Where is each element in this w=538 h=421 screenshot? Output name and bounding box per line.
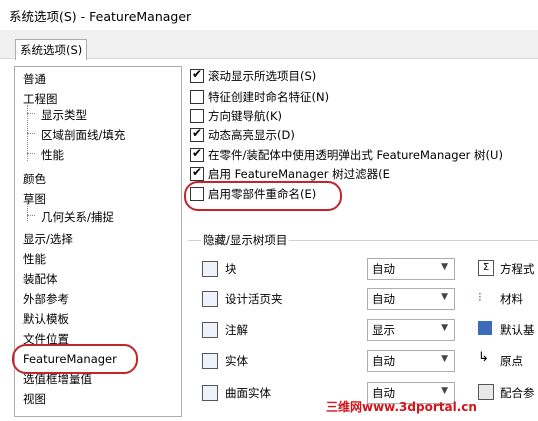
tab-strip: 系统选项(S) bbox=[0, 30, 538, 60]
solid-body-icon bbox=[202, 353, 218, 369]
checkmark-icon: ✔ bbox=[192, 146, 203, 160]
select-solid-bodies[interactable]: 自动 ▼ bbox=[367, 350, 455, 372]
annotation-icon bbox=[202, 322, 218, 338]
row-label: 实体 bbox=[225, 354, 248, 368]
block-icon bbox=[202, 261, 218, 277]
right-label: 默认基 bbox=[500, 323, 535, 337]
tree-item-view[interactable]: 视图 bbox=[23, 390, 46, 408]
tree-item-drawing-performance[interactable]: 性能 bbox=[41, 146, 64, 164]
select-design-binder[interactable]: 自动 ▼ bbox=[367, 288, 455, 310]
checkbox[interactable]: ✔ bbox=[190, 146, 204, 162]
chevron-down-icon: ▼ bbox=[441, 323, 448, 333]
material-icon: ⁝ bbox=[478, 290, 482, 304]
checkbox[interactable]: ✔ bbox=[190, 126, 204, 142]
tree-connector bbox=[27, 153, 35, 154]
tree-item-sketch[interactable]: 草图 bbox=[23, 190, 46, 208]
chevron-down-icon: ▼ bbox=[441, 386, 448, 396]
annotation-ellipse-option bbox=[184, 181, 342, 211]
tree-item-area-hatch[interactable]: 区域剖面线/填充 bbox=[41, 126, 125, 144]
checkmark-icon: ✔ bbox=[192, 126, 203, 140]
group-title: 隐藏/显示树项目 bbox=[201, 232, 290, 248]
tree-item-display-selection[interactable]: 显示/选择 bbox=[23, 230, 73, 248]
tree-item-default-templates[interactable]: 默认模板 bbox=[23, 310, 69, 328]
origin-icon: ↳ bbox=[478, 350, 489, 365]
title-bar: 系统选项(S) - FeatureManager bbox=[0, 0, 538, 30]
tree-item-display-style[interactable]: 显示类型 bbox=[41, 106, 87, 124]
chevron-down-icon: ▼ bbox=[441, 354, 448, 364]
checkbox[interactable]: ✔ bbox=[190, 165, 204, 181]
chevron-down-icon: ▼ bbox=[441, 262, 448, 272]
tree-item-general[interactable]: 普通 bbox=[23, 70, 46, 88]
tree-connector bbox=[27, 215, 35, 216]
chevron-down-icon: ▼ bbox=[441, 292, 448, 302]
tree-item-relations-snaps[interactable]: 几何关系/捕捉 bbox=[41, 208, 114, 226]
right-label: 材料 bbox=[500, 292, 523, 306]
tree-item-performance[interactable]: 性能 bbox=[23, 250, 46, 268]
tree-connector bbox=[27, 133, 35, 134]
annotation-ellipse-tree bbox=[12, 344, 138, 374]
row-label: 设计活页夹 bbox=[225, 292, 283, 306]
tree-item-colors[interactable]: 颜色 bbox=[23, 170, 46, 188]
tab-system-options[interactable]: 系统选项(S) bbox=[15, 39, 88, 60]
select-blocks[interactable]: 自动 ▼ bbox=[367, 258, 455, 280]
row-label: 块 bbox=[225, 262, 237, 276]
watermark: 三维网www.3dportal.cn bbox=[326, 400, 477, 414]
equation-icon: Σ bbox=[478, 260, 494, 276]
checkbox[interactable] bbox=[190, 109, 204, 123]
row-label: 曲面实体 bbox=[225, 386, 271, 400]
default-plane-icon bbox=[478, 321, 492, 335]
tree-item-external-references[interactable]: 外部参考 bbox=[23, 290, 69, 308]
checkmark-icon: ✔ bbox=[192, 165, 203, 179]
window-title: 系统选项(S) - FeatureManager bbox=[9, 9, 192, 24]
row-label: 注解 bbox=[225, 323, 248, 337]
design-binder-icon bbox=[202, 291, 218, 307]
checkbox[interactable]: ✔ bbox=[190, 67, 204, 83]
right-label: 配合参 bbox=[500, 386, 535, 400]
checkmark-icon: ✔ bbox=[192, 67, 203, 81]
mate-reference-icon bbox=[478, 384, 494, 400]
checkbox[interactable] bbox=[190, 90, 204, 104]
tree-connector bbox=[27, 113, 35, 114]
tree-item-assemblies[interactable]: 装配体 bbox=[23, 270, 58, 288]
right-label: 方程式 bbox=[500, 262, 535, 276]
select-annotations[interactable]: 显示 ▼ bbox=[367, 319, 455, 341]
surface-body-icon bbox=[202, 385, 218, 401]
right-label: 原点 bbox=[500, 354, 523, 368]
